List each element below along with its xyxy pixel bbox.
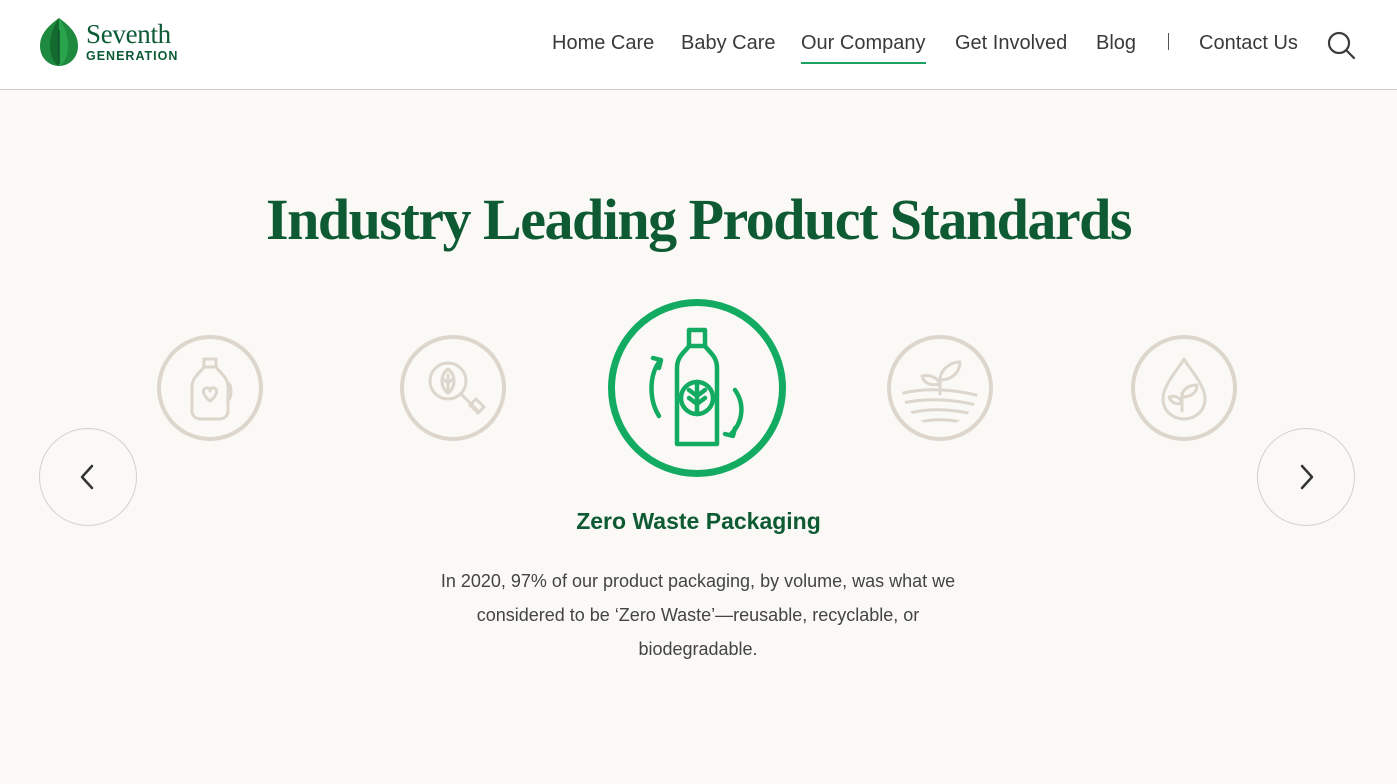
nav-get-involved[interactable]: Get Involved: [955, 30, 1067, 56]
leaf-magnifier-icon: [428, 361, 486, 415]
nav-our-company[interactable]: Our Company: [801, 30, 926, 64]
sprout-field-icon: [902, 360, 978, 426]
section-title: Industry Leading Product Standards: [266, 187, 1132, 252]
feature-title: Zero Waste Packaging: [576, 508, 821, 534]
nav-baby-care[interactable]: Baby Care: [681, 30, 776, 56]
detergent-bottle-heart-icon: [190, 357, 233, 421]
feature-description: In 2020, 97% of our product packaging, b…: [440, 571, 956, 659]
carousel-item-leaf-search[interactable]: [400, 335, 506, 441]
site-header: Seventh GENERATION Home Care Baby Care O…: [0, 0, 1397, 90]
recycle-bottle-leaf-icon: [649, 327, 744, 447]
chevron-left-icon: [80, 464, 94, 490]
nav-home-care[interactable]: Home Care: [552, 30, 654, 56]
nav-blog[interactable]: Blog: [1096, 30, 1136, 56]
carousel-item-sprout-field[interactable]: [887, 335, 993, 441]
nav-contact-us[interactable]: Contact Us: [1199, 30, 1298, 56]
carousel-item-detergent[interactable]: [157, 335, 263, 441]
carousel-item-zero-waste[interactable]: [608, 299, 786, 477]
nav-divider: [1168, 33, 1169, 50]
search-icon[interactable]: [1326, 30, 1356, 60]
main-nav: Home Care Baby Care Our Company Get Invo…: [0, 30, 1397, 64]
carousel-item-water-sprout[interactable]: [1131, 335, 1237, 441]
chevron-right-icon: [1300, 464, 1314, 490]
water-drop-sprout-icon: [1161, 357, 1207, 421]
